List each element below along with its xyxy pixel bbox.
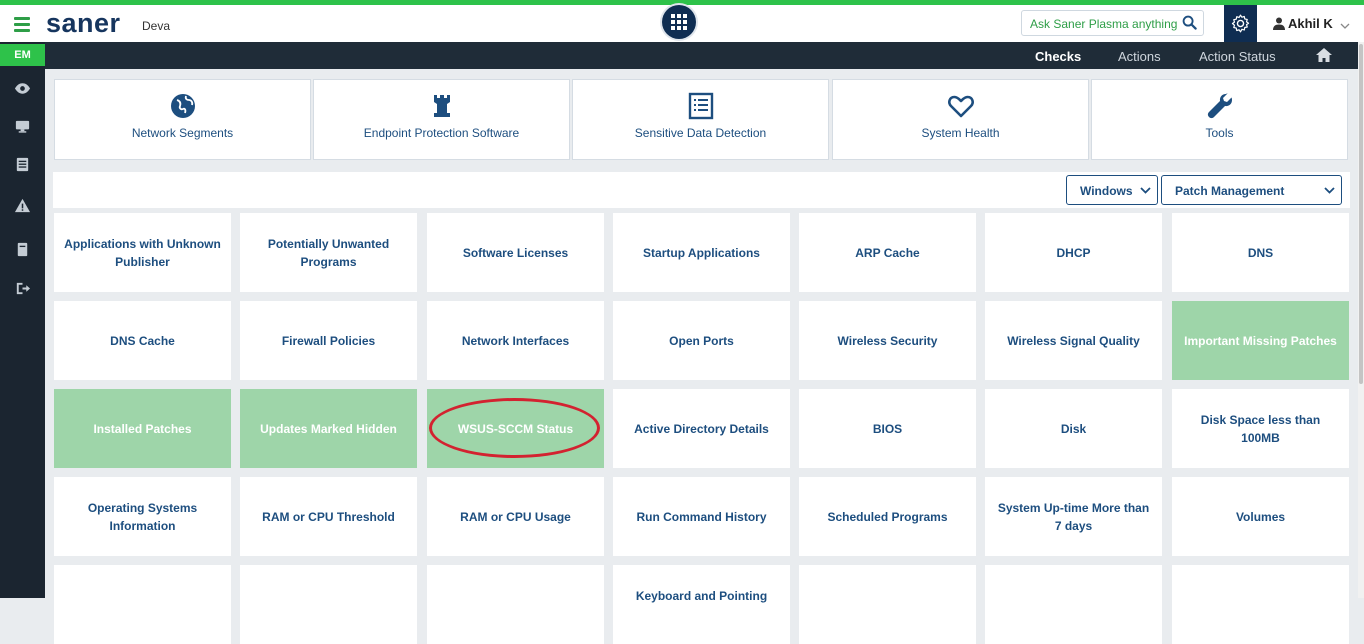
ask-saner-search-box[interactable]: Ask Saner Plasma anything ! <box>1021 10 1204 36</box>
chevron-down-icon <box>1324 187 1335 194</box>
checks-navbar: Checks Actions Action Status <box>45 42 1358 69</box>
document-list-icon <box>688 92 714 120</box>
rook-icon <box>434 95 450 117</box>
grid-icon <box>671 14 687 30</box>
category-label: Endpoint Protection Software <box>363 126 520 140</box>
wrench-icon <box>1207 93 1232 119</box>
check-tile[interactable]: ARP Cache <box>799 213 976 292</box>
user-menu[interactable]: Akhil K <box>1273 16 1353 31</box>
check-tile[interactable]: Installed Patches <box>54 389 231 468</box>
page-scrollbar[interactable] <box>1358 42 1364 598</box>
check-tile[interactable] <box>799 565 976 644</box>
category-network-segments[interactable]: Network Segments <box>54 79 311 160</box>
app-launcher-button[interactable] <box>662 5 696 39</box>
check-tile[interactable]: Disk <box>985 389 1162 468</box>
organization-name: Deva <box>142 19 171 33</box>
check-tile[interactable]: RAM or CPU Threshold <box>240 477 417 556</box>
check-tile[interactable]: Potentially Unwanted Programs <box>240 213 417 292</box>
sidebar-badge-em[interactable]: EM <box>0 44 45 66</box>
check-tile[interactable] <box>985 565 1162 644</box>
check-tile[interactable]: System Up-time More than 7 days <box>985 477 1162 556</box>
check-tile[interactable]: Firewall Policies <box>240 301 417 380</box>
check-tile[interactable]: Updates Marked Hidden <box>240 389 417 468</box>
check-tile[interactable]: Run Command History <box>613 477 790 556</box>
tab-actions[interactable]: Actions <box>1118 49 1161 64</box>
logout-icon[interactable] <box>14 280 31 297</box>
category-label: System Health <box>921 126 1000 140</box>
hamburger-menu-icon[interactable] <box>14 17 30 32</box>
category-select-value: Patch Management <box>1175 184 1285 198</box>
ask-saner-placeholder: Ask Saner Plasma anything ! <box>1030 17 1180 31</box>
check-tile[interactable]: BIOS <box>799 389 976 468</box>
user-name: Akhil K <box>1288 16 1333 31</box>
settings-button[interactable] <box>1224 5 1257 42</box>
home-icon[interactable] <box>1315 47 1333 63</box>
check-tile[interactable]: Important Missing Patches <box>1172 301 1349 380</box>
category-system-health[interactable]: System Health <box>832 79 1089 160</box>
check-tile[interactable]: Volumes <box>1172 477 1349 556</box>
chevron-down-icon <box>1140 187 1151 194</box>
check-tile[interactable]: Wireless Security <box>799 301 976 380</box>
check-tile[interactable]: Startup Applications <box>613 213 790 292</box>
globe-icon <box>171 94 195 118</box>
eye-icon[interactable] <box>14 80 31 97</box>
category-label: Tools <box>1205 126 1234 140</box>
check-tile[interactable] <box>427 565 604 644</box>
check-tile[interactable]: Active Directory Details <box>613 389 790 468</box>
check-tile[interactable]: Operating Systems Information <box>54 477 231 556</box>
check-tile[interactable]: DHCP <box>985 213 1162 292</box>
check-tile[interactable]: Wireless Signal Quality <box>985 301 1162 380</box>
left-sidebar: EM <box>0 42 45 598</box>
check-tile[interactable]: Network Interfaces <box>427 301 604 380</box>
scrollbar-thumb[interactable] <box>1359 44 1363 384</box>
category-label: Network Segments <box>131 126 234 140</box>
check-tile[interactable]: RAM or CPU Usage <box>427 477 604 556</box>
check-tile[interactable]: Software Licenses <box>427 213 604 292</box>
check-tile[interactable]: DNS <box>1172 213 1349 292</box>
list-icon[interactable] <box>14 156 31 173</box>
monitor-icon[interactable] <box>14 118 31 135</box>
check-tile[interactable]: WSUS-SCCM Status <box>427 389 604 468</box>
check-tile[interactable]: Open Ports <box>613 301 790 380</box>
category-label: Sensitive Data Detection <box>634 126 767 140</box>
check-tile[interactable]: Keyboard and Pointing <box>613 565 790 644</box>
check-tile[interactable] <box>54 565 231 644</box>
chevron-down-icon <box>1340 23 1350 29</box>
os-select-value: Windows <box>1080 184 1133 198</box>
category-sensitive-data-detection[interactable]: Sensitive Data Detection <box>572 79 829 160</box>
check-tile[interactable]: DNS Cache <box>54 301 231 380</box>
top-header: saner Deva Ask Saner Plasma anything ! A… <box>0 5 1364 42</box>
gear-icon <box>1231 14 1250 33</box>
check-tile[interactable]: Applications with Unknown Publisher <box>54 213 231 292</box>
search-icon[interactable] <box>1182 15 1197 35</box>
user-icon <box>1273 17 1285 30</box>
filter-bar: Windows Patch Management <box>53 172 1350 208</box>
book-icon[interactable] <box>14 241 31 258</box>
category-select[interactable]: Patch Management <box>1161 175 1342 205</box>
check-tile[interactable] <box>240 565 417 644</box>
saner-logo[interactable]: saner <box>46 8 121 39</box>
heart-icon <box>948 95 974 118</box>
category-tools[interactable]: Tools <box>1091 79 1348 160</box>
category-endpoint-protection-software[interactable]: Endpoint Protection Software <box>313 79 570 160</box>
warning-icon[interactable] <box>14 197 31 214</box>
tab-action-status[interactable]: Action Status <box>1199 49 1276 64</box>
tab-checks[interactable]: Checks <box>1035 49 1081 64</box>
check-tile[interactable]: Scheduled Programs <box>799 477 976 556</box>
os-select[interactable]: Windows <box>1066 175 1158 205</box>
check-tile[interactable] <box>1172 565 1349 644</box>
check-tile[interactable]: Disk Space less than 100MB <box>1172 389 1349 468</box>
